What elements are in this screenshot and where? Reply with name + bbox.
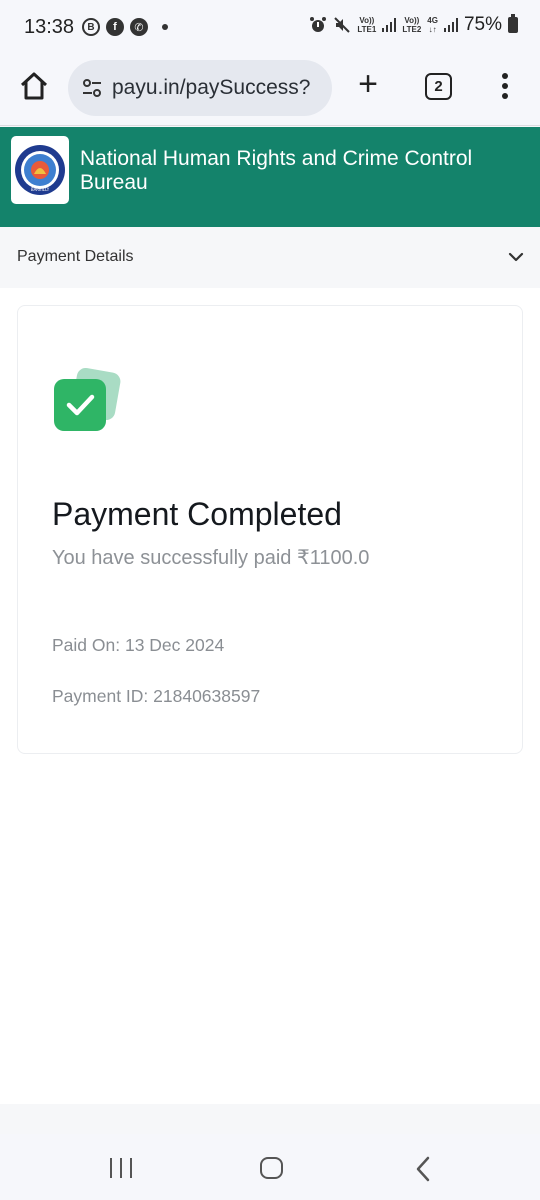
facebook-icon: f bbox=[106, 18, 124, 36]
b-circle-icon: B bbox=[82, 18, 100, 36]
merchant-logo: BAREILLY bbox=[11, 136, 69, 204]
back-icon[interactable] bbox=[412, 1156, 434, 1182]
signal-icon bbox=[382, 18, 397, 32]
mute-icon bbox=[334, 17, 351, 33]
merchant-header: BAREILLY National Human Rights and Crime… bbox=[0, 127, 540, 227]
svg-text:BAREILLY: BAREILLY bbox=[31, 187, 50, 192]
system-navigation-bar bbox=[0, 1134, 540, 1200]
payment-status-card: Payment Completed You have successfully … bbox=[17, 305, 523, 754]
browser-toolbar: payu.in/paySuccess? + 2 bbox=[0, 56, 540, 126]
sim2-label: Vo)) LTE2 bbox=[402, 16, 422, 34]
notification-icons: B f ✆ bbox=[82, 18, 168, 36]
content-area: Payment Completed You have successfully … bbox=[0, 288, 540, 1104]
signal-icon bbox=[443, 18, 458, 32]
home-icon[interactable] bbox=[18, 70, 50, 102]
payment-details-label: Payment Details bbox=[17, 248, 134, 265]
status-bar: 13:38 B f ✆ Vo)) LTE1 Vo)) LTE2 4G ↓↑ 75… bbox=[0, 0, 540, 56]
more-options-icon[interactable] bbox=[493, 70, 517, 102]
chevron-down-icon[interactable] bbox=[506, 249, 526, 265]
sim1-label: Vo)) LTE1 bbox=[357, 16, 377, 34]
home-nav-icon[interactable] bbox=[260, 1157, 283, 1179]
tab-count: 2 bbox=[434, 78, 443, 95]
merchant-seal-icon: BAREILLY bbox=[15, 145, 65, 195]
battery-percent: 75% bbox=[463, 14, 502, 35]
tab-switcher-button[interactable]: 2 bbox=[425, 73, 452, 100]
system-status-icons: Vo)) LTE1 Vo)) LTE2 4G ↓↑ 75% bbox=[309, 14, 518, 36]
url-bar[interactable]: payu.in/paySuccess? bbox=[68, 60, 332, 116]
success-check-icon bbox=[54, 367, 121, 431]
recents-icon[interactable] bbox=[110, 1158, 132, 1178]
battery-icon bbox=[508, 14, 518, 33]
whatsapp-icon: ✆ bbox=[130, 18, 148, 36]
merchant-name: National Human Rights and Crime Control … bbox=[80, 147, 473, 194]
site-settings-icon[interactable] bbox=[80, 76, 104, 100]
payment-title: Payment Completed bbox=[52, 496, 342, 532]
new-tab-icon[interactable]: + bbox=[352, 67, 384, 102]
alarm-icon bbox=[310, 17, 327, 32]
payment-details-toggle[interactable]: Payment Details bbox=[0, 227, 540, 287]
payment-id: Payment ID: 21840638597 bbox=[52, 686, 261, 706]
status-time: 13:38 bbox=[24, 16, 75, 38]
dot-icon bbox=[162, 24, 168, 30]
payment-subtitle: You have successfully paid ₹1100.0 bbox=[52, 547, 370, 569]
network-type-label: 4G ↓↑ bbox=[427, 16, 438, 34]
paid-on-date: Paid On: 13 Dec 2024 bbox=[52, 635, 225, 655]
url-text[interactable]: payu.in/paySuccess? bbox=[112, 76, 322, 100]
